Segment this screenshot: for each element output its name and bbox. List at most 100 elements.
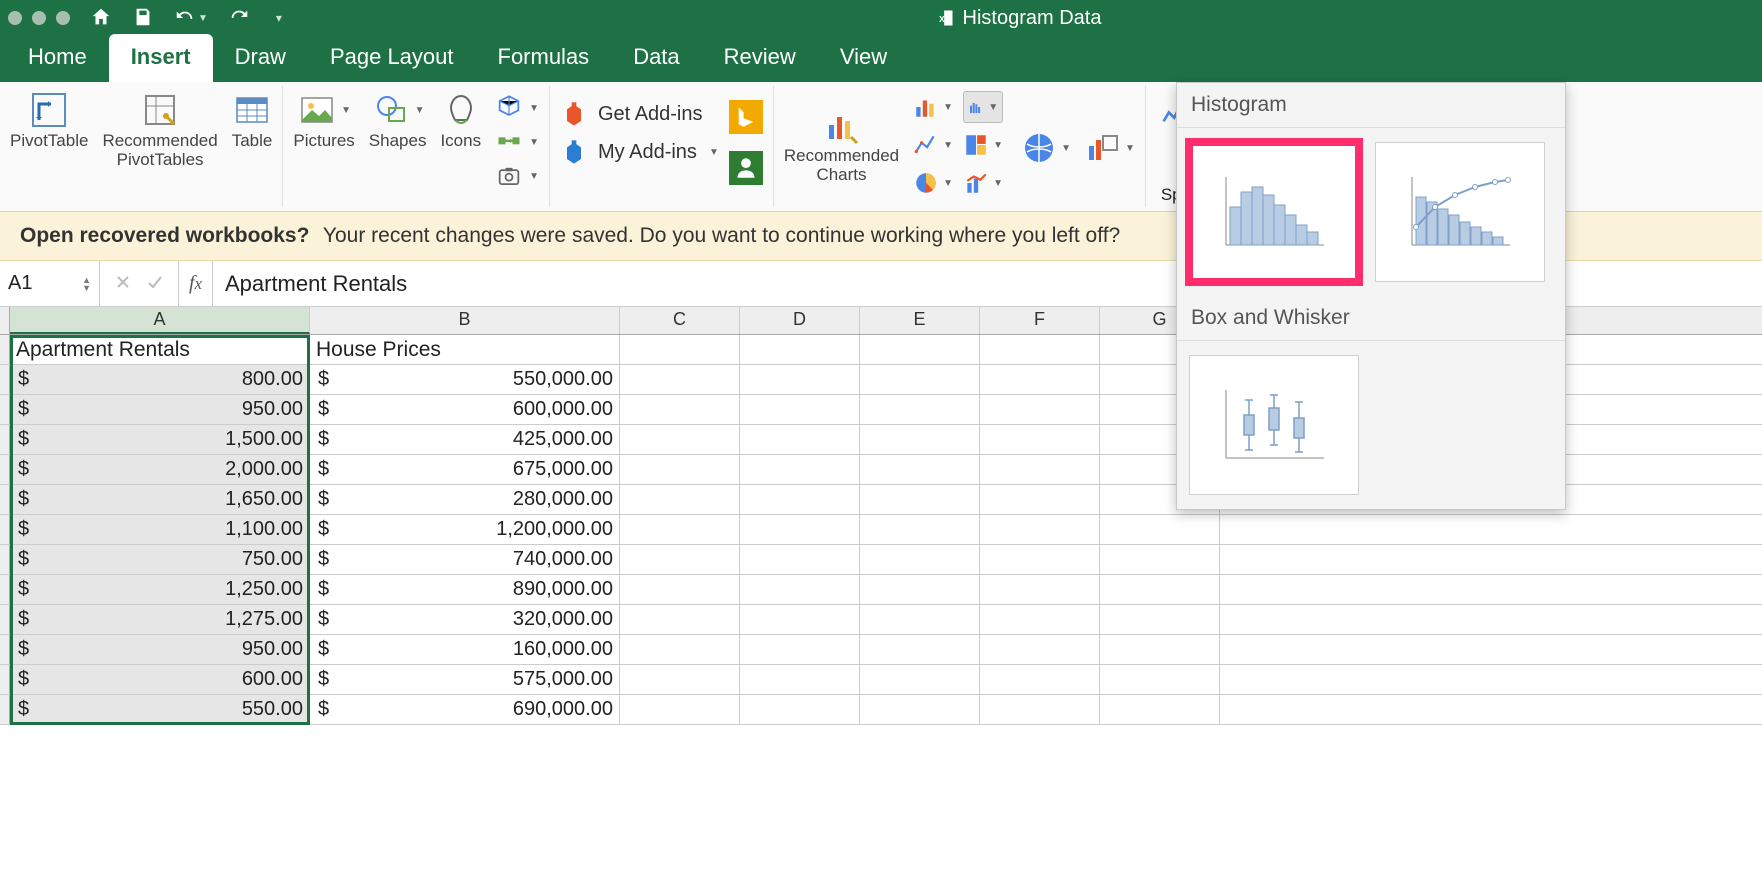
cell[interactable] — [620, 605, 740, 634]
cell[interactable] — [860, 605, 980, 634]
cell[interactable] — [980, 515, 1100, 544]
cell[interactable] — [980, 365, 1100, 394]
cell-A9[interactable]: $1,250.00 — [10, 575, 310, 604]
cell[interactable] — [980, 695, 1100, 724]
redo-button[interactable] — [228, 6, 250, 31]
screenshot-button[interactable]: ▼ — [495, 162, 539, 190]
cell-B13[interactable]: $690,000.00 — [310, 695, 620, 724]
tab-page-layout[interactable]: Page Layout — [308, 34, 476, 82]
cell[interactable] — [1100, 545, 1220, 574]
box-whisker-chart-option[interactable] — [1189, 355, 1359, 495]
cell[interactable] — [740, 695, 860, 724]
bing-maps-icon[interactable] — [729, 100, 763, 137]
cell-A7[interactable]: $1,100.00 — [10, 515, 310, 544]
cell[interactable] — [620, 455, 740, 484]
pareto-chart-option[interactable] — [1375, 142, 1545, 282]
cell[interactable] — [860, 335, 980, 364]
cell[interactable] — [1100, 695, 1220, 724]
cell[interactable] — [980, 455, 1100, 484]
cell[interactable] — [980, 425, 1100, 454]
cell-B10[interactable]: $320,000.00 — [310, 605, 620, 634]
cell[interactable] — [860, 635, 980, 664]
maximize-window-icon[interactable] — [56, 11, 70, 25]
cell-B8[interactable]: $740,000.00 — [310, 545, 620, 574]
cell[interactable] — [1100, 515, 1220, 544]
cell[interactable] — [620, 485, 740, 514]
cell-A8[interactable]: $750.00 — [10, 545, 310, 574]
enter-formula-icon[interactable] — [146, 273, 164, 294]
cell[interactable] — [980, 395, 1100, 424]
cell[interactable] — [620, 545, 740, 574]
cell[interactable] — [620, 515, 740, 544]
cell[interactable] — [860, 485, 980, 514]
cell-B9[interactable]: $890,000.00 — [310, 575, 620, 604]
pie-chart-button[interactable]: ▼ — [913, 170, 953, 196]
cell-A11[interactable]: $950.00 — [10, 635, 310, 664]
table-button[interactable]: Table — [232, 90, 273, 151]
combo-chart-button[interactable]: ▼ — [963, 170, 1003, 196]
tab-home[interactable]: Home — [6, 34, 109, 82]
tab-draw[interactable]: Draw — [213, 34, 308, 82]
my-addins-button[interactable]: My Add-ins ▼ — [560, 138, 719, 166]
cell[interactable] — [620, 695, 740, 724]
cell[interactable] — [740, 335, 860, 364]
cell[interactable] — [740, 425, 860, 454]
fx-label[interactable]: fx — [179, 261, 213, 306]
histogram-chart-option[interactable] — [1189, 142, 1359, 282]
cell-B7[interactable]: $1,200,000.00 — [310, 515, 620, 544]
smartart-button[interactable]: ▼ — [495, 128, 539, 156]
cell[interactable] — [860, 515, 980, 544]
cell-B2[interactable]: $550,000.00 — [310, 365, 620, 394]
cell[interactable] — [860, 395, 980, 424]
tab-review[interactable]: Review — [702, 34, 818, 82]
cell[interactable] — [620, 425, 740, 454]
cell[interactable] — [980, 575, 1100, 604]
people-graph-icon[interactable] — [729, 151, 763, 188]
cell-A2[interactable]: $800.00 — [10, 365, 310, 394]
cell[interactable] — [1100, 665, 1220, 694]
cell-A6[interactable]: $1,650.00 — [10, 485, 310, 514]
undo-button[interactable]: ▼ — [174, 7, 208, 29]
cell[interactable] — [980, 605, 1100, 634]
cell[interactable] — [740, 635, 860, 664]
histogram-chart-button[interactable]: ▼ — [963, 91, 1003, 123]
cell[interactable] — [980, 545, 1100, 574]
close-window-icon[interactable] — [8, 11, 22, 25]
cell[interactable] — [1100, 575, 1220, 604]
cell-A1[interactable]: Apartment Rentals — [10, 335, 310, 364]
cell[interactable] — [740, 395, 860, 424]
cell[interactable] — [860, 695, 980, 724]
cell-A10[interactable]: $1,275.00 — [10, 605, 310, 634]
recommended-charts-button[interactable]: Recommended Charts — [784, 105, 899, 184]
tab-data[interactable]: Data — [611, 34, 701, 82]
cell[interactable] — [860, 365, 980, 394]
cell-B11[interactable]: $160,000.00 — [310, 635, 620, 664]
cell[interactable] — [980, 665, 1100, 694]
name-box-spinner[interactable]: ▲▼ — [82, 276, 91, 292]
col-header-B[interactable]: B — [310, 307, 620, 334]
name-box[interactable]: A1 ▲▼ — [0, 261, 100, 306]
cancel-formula-icon[interactable] — [114, 273, 132, 294]
cell[interactable] — [740, 515, 860, 544]
pivot-table-button[interactable]: PivotTable — [10, 90, 88, 151]
cell[interactable] — [860, 545, 980, 574]
cell-A13[interactable]: $550.00 — [10, 695, 310, 724]
cell[interactable] — [620, 635, 740, 664]
cell[interactable] — [620, 395, 740, 424]
col-header-F[interactable]: F — [980, 307, 1100, 334]
col-header-D[interactable]: D — [740, 307, 860, 334]
column-chart-button[interactable]: ▼ — [913, 94, 953, 120]
treemap-chart-button[interactable]: ▼ — [963, 132, 1003, 158]
cell[interactable] — [860, 575, 980, 604]
cell[interactable] — [620, 365, 740, 394]
cell[interactable] — [740, 605, 860, 634]
cell-A4[interactable]: $1,500.00 — [10, 425, 310, 454]
line-chart-button[interactable]: ▼ — [913, 132, 953, 158]
cell[interactable] — [740, 485, 860, 514]
cell[interactable] — [1100, 635, 1220, 664]
cell[interactable] — [860, 455, 980, 484]
cell[interactable] — [980, 335, 1100, 364]
home-icon[interactable] — [90, 6, 112, 31]
cell[interactable] — [740, 665, 860, 694]
pictures-button[interactable]: ▼ Pictures — [293, 90, 354, 151]
